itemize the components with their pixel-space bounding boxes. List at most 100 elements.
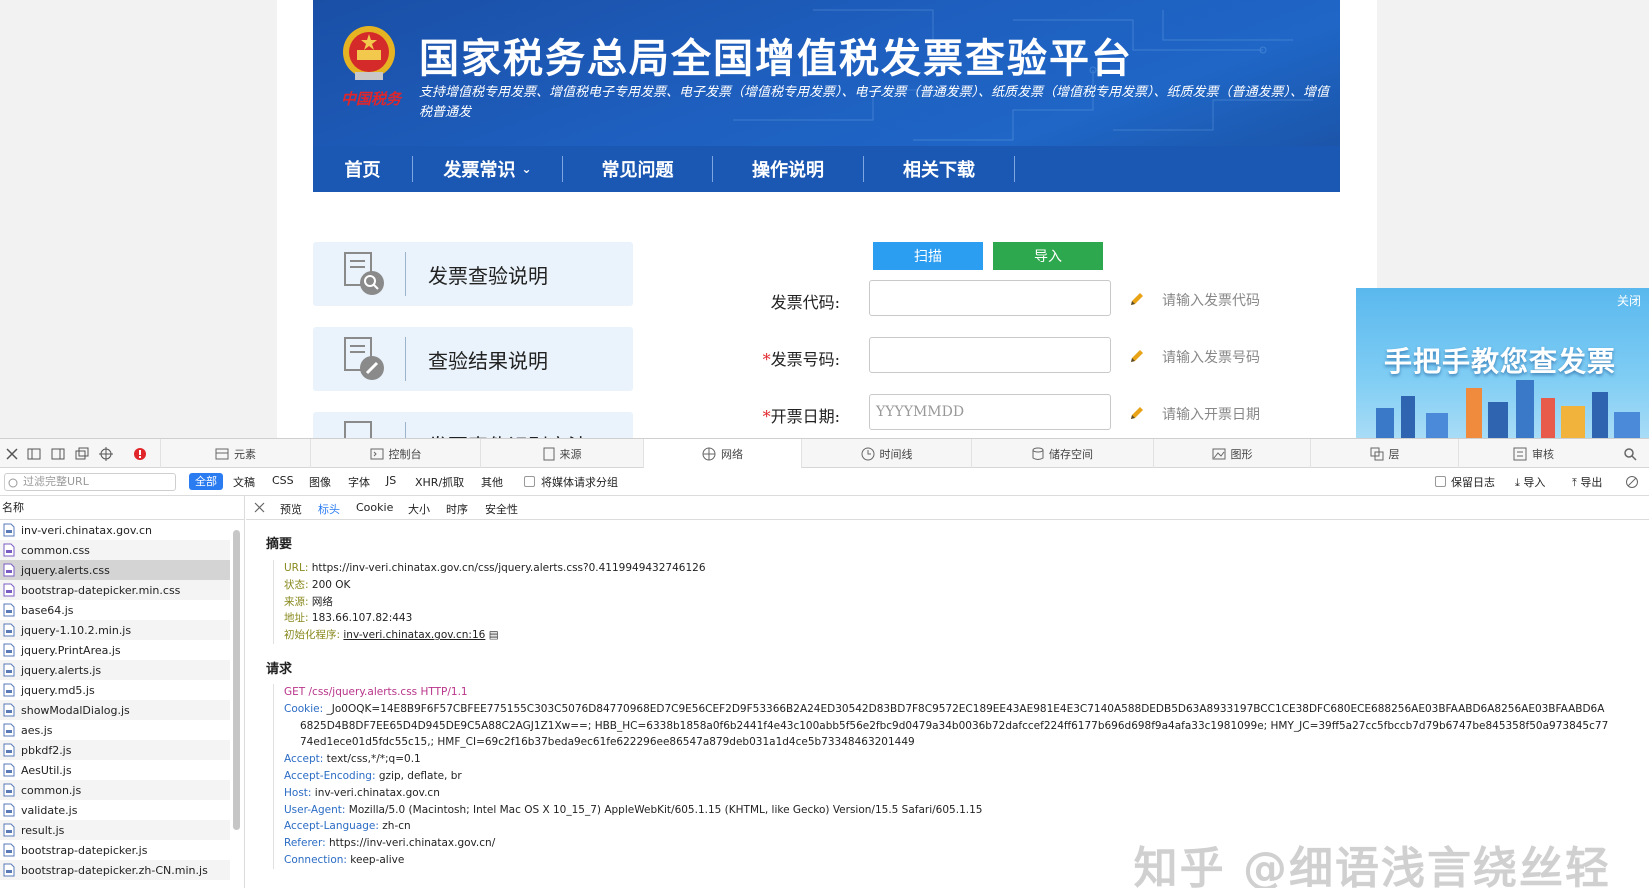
promo-ad[interactable]: 关闭 手把手教您查发票 [1356,288,1649,438]
request-row[interactable]: inv-veri.chinatax.gov.cn [0,520,230,540]
js-file-icon [3,823,15,837]
request-row[interactable]: bootstrap-datepicker.zh-CN.min.js [0,860,230,880]
initiator-link[interactable]: inv-veri.chinatax.gov.cn:16 [343,629,485,641]
close-icon[interactable] [254,502,265,513]
undock-icon[interactable] [74,446,90,462]
js-file-icon [3,743,15,757]
filter-url-input[interactable]: 过滤完整URL [4,473,176,491]
clear-icon[interactable] [1625,475,1639,489]
request-row[interactable]: base64.js [0,600,230,620]
site-subtitle: 支持增值税专用发票、增值税电子专用发票、电子发票（增值税专用发票）、电子发票（普… [419,85,1330,120]
request-row[interactable]: bootstrap-datepicker.js [0,840,230,860]
tab-graphics[interactable]: 图形 [1153,439,1310,468]
invoice-date-input[interactable]: YYYYMMDD [869,394,1111,430]
tab-elements[interactable]: 元素 [160,439,310,468]
request-row[interactable]: AesUtil.js [0,760,230,780]
card-divider [405,252,406,296]
nav-item-faq[interactable]: 常见问题 [563,156,713,182]
nav-item-downloads[interactable]: 相关下载 [864,156,1015,182]
request-row[interactable]: bootstrap-datepicker.min.css [0,580,230,600]
list-scrollbar[interactable] [233,530,240,830]
filter-other[interactable]: 其他 [481,474,503,490]
dock-left-icon[interactable] [26,446,42,462]
chevron-down-icon: ⌄ [521,162,532,176]
tab-network[interactable]: 网络 [643,439,801,468]
headers-detail: 摘要 URL: https://inv-veri.chinatax.gov.cn… [246,520,1649,888]
close-icon[interactable] [4,446,20,462]
card-divider [405,337,406,381]
crosshair-icon[interactable] [98,446,114,462]
filter-fonts[interactable]: 字体 [348,474,370,490]
request-row[interactable]: pbkdf2.js [0,740,230,760]
nav-item-home[interactable]: 首页 [313,156,413,182]
request-name: AesUtil.js [21,763,72,777]
request-row[interactable]: jquery.alerts.js [0,660,230,680]
js-file-icon [3,723,15,737]
detail-tab-security[interactable]: 安全性 [485,501,518,517]
error-icon[interactable] [132,446,148,462]
detail-tab-headers[interactable]: 标头 [318,501,340,517]
audit-icon [1513,447,1527,460]
export-har-button[interactable]: ⤒ 导出 [1572,474,1602,490]
filter-images[interactable]: 图像 [309,474,331,490]
group-media-checkbox[interactable] [524,476,535,487]
import-button[interactable]: 导入 [993,242,1103,270]
card-authenticity-guide[interactable]: 发票真伪识别方法 [313,412,633,438]
ad-close-button[interactable]: 关闭 [1617,292,1641,309]
tab-layers[interactable]: 层 [1310,439,1458,468]
tab-timeline[interactable]: 时间线 [801,439,971,468]
summary-url: URL: https://inv-veri.chinatax.gov.cn/cs… [284,562,706,574]
request-title: 请求 [266,662,293,677]
card-verify-guide[interactable]: 发票查验说明 [313,242,633,306]
card-result-guide[interactable]: 查验结果说明 [313,327,633,391]
filter-js[interactable]: JS [386,474,396,487]
tab-sources[interactable]: 来源 [480,439,643,468]
tab-console[interactable]: 控制台 [310,439,480,468]
filter-document[interactable]: 文稿 [233,474,255,490]
list-header-name[interactable]: 名称 [0,496,245,520]
scan-button[interactable]: 扫描 [873,242,983,270]
nav-item-instructions[interactable]: 操作说明 [713,156,864,182]
group-media-label: 将媒体请求分组 [541,476,618,489]
request-row[interactable]: result.js [0,820,230,840]
storage-icon [1032,447,1044,460]
request-row[interactable]: jquery-1.10.2.min.js [0,620,230,640]
request-row[interactable]: jquery.alerts.css [0,560,230,580]
network-filter-bar: 过滤完整URL 全部 文稿 CSS 图像 字体 JS XHR/抓取 其他 将媒体… [0,468,1649,496]
request-name: jquery.alerts.js [21,663,102,677]
request-row[interactable]: common.js [0,780,230,800]
invoice-code-hint: 请输入发票代码 [1162,293,1260,309]
request-row[interactable]: showModalDialog.js [0,700,230,720]
invoice-number-label: *发票号码: [762,350,840,369]
request-name: base64.js [21,603,74,617]
invoice-code-input[interactable] [869,280,1111,316]
dock-right-icon[interactable] [50,446,66,462]
summary-status: 状态: 200 OK [284,578,351,591]
detail-tab-timing[interactable]: 时序 [446,501,468,517]
detail-tab-preview[interactable]: 预览 [280,501,302,517]
request-row[interactable]: aes.js [0,720,230,740]
filter-css[interactable]: CSS [272,474,294,487]
import-har-button[interactable]: ⤓ 导入 [1515,474,1545,490]
detail-tab-size[interactable]: 大小 [408,501,430,517]
request-row[interactable]: common.css [0,540,230,560]
city-skyline-icon [1376,380,1640,438]
reveal-icon[interactable]: ▤ [489,629,499,641]
request-row[interactable]: validate.js [0,800,230,820]
summary-initiator: 初始化程序: inv-veri.chinatax.gov.cn:16 ▤ [284,629,499,642]
request-row[interactable]: jquery.PrintArea.js [0,640,230,660]
tab-storage[interactable]: 储存空间 [971,439,1153,468]
filter-all[interactable]: 全部 [189,473,223,490]
search-icon[interactable] [1622,446,1638,462]
js-file-icon [3,663,15,677]
preserve-log-checkbox[interactable] [1435,476,1446,487]
request-row[interactable]: jquery.md5.js [0,680,230,700]
invoice-number-input[interactable] [869,337,1111,373]
detail-tab-cookies[interactable]: Cookie [356,501,393,514]
tab-audit[interactable]: 审核 [1458,439,1608,468]
elements-icon [215,448,229,459]
filter-xhr[interactable]: XHR/抓取 [415,474,464,490]
summary-address: 地址: 183.66.107.82:443 [284,612,413,625]
nav-item-invoice-knowledge[interactable]: 发票常识 ⌄ [413,156,563,182]
request-name: common.css [21,543,90,557]
